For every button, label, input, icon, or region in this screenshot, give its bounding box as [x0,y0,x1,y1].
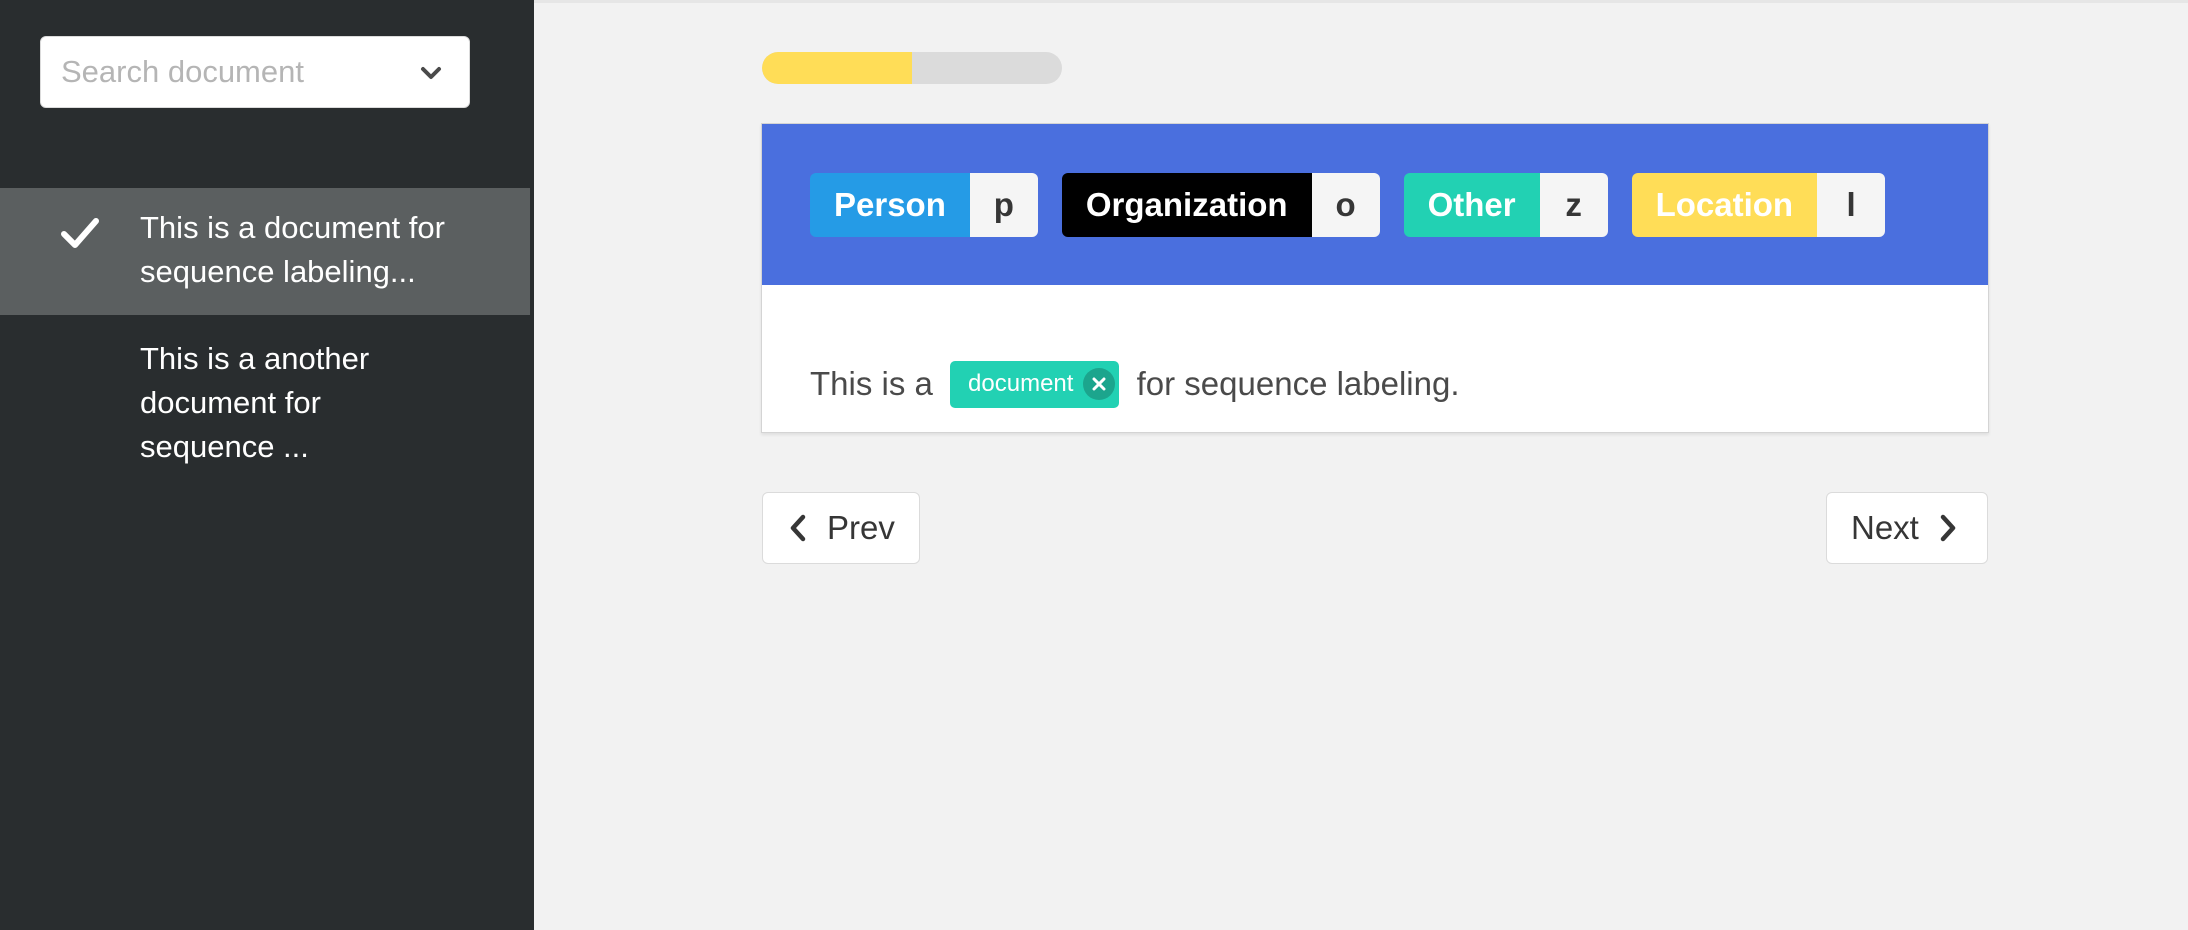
document-list: This is a document for sequence labeling… [0,188,530,469]
progress-bar [762,52,1062,84]
search-dropdown[interactable] [40,36,470,108]
label-name: Person [810,173,970,237]
text-segment[interactable]: This is a [810,365,942,403]
document-item-1[interactable]: This is a document for sequence labeling… [0,188,530,315]
label-name: Other [1403,173,1540,237]
check-icon [61,218,99,248]
search-input[interactable] [41,37,401,107]
document-item-text-line: sequence ... [140,429,309,464]
label-bar: Person p Organization o Other z Location… [762,124,1988,285]
annotation-card: Person p Organization o Other z Location… [761,123,1989,433]
chevron-right-icon [1940,514,1956,542]
document-item-text-line: document for [140,385,321,420]
label-person-button[interactable]: Person p [810,173,1038,237]
label-other-button[interactable]: Other z [1403,173,1608,237]
prev-button[interactable]: Prev [762,492,920,564]
label-name: Organization [1061,173,1312,237]
document-item-2[interactable]: This is a another document for sequence … [0,315,530,469]
label-organization-button[interactable]: Organization o [1061,173,1380,237]
label-shortcut-key: o [1311,173,1380,237]
label-name: Location [1631,173,1818,237]
chevron-down-icon[interactable] [419,61,443,85]
label-shortcut-key: p [969,173,1038,237]
label-shortcut-key: l [1817,173,1886,237]
close-icon [1092,377,1106,391]
next-label: Next [1851,509,1919,546]
entity-text: document [968,370,1074,397]
prev-label: Prev [827,509,895,546]
label-shortcut-key: z [1539,173,1608,237]
progress-fill [762,52,912,84]
document-item-text-line: sequence labeling... [140,254,416,289]
entity-annotation[interactable]: document [950,360,1120,408]
document-text[interactable]: This is a document for sequence labeling… [762,285,1988,433]
document-item-text-line: This is a another [140,341,370,376]
next-button[interactable]: Next [1826,492,1988,564]
text-segment[interactable]: for sequence labeling. [1127,365,1460,403]
chevron-left-icon [790,514,806,542]
document-item-text-line: This is a document for [140,210,445,245]
sidebar: This is a document for sequence labeling… [0,0,534,930]
delete-annotation-button[interactable] [1083,368,1116,400]
label-location-button[interactable]: Location l [1631,173,1886,237]
top-border [534,0,2188,3]
